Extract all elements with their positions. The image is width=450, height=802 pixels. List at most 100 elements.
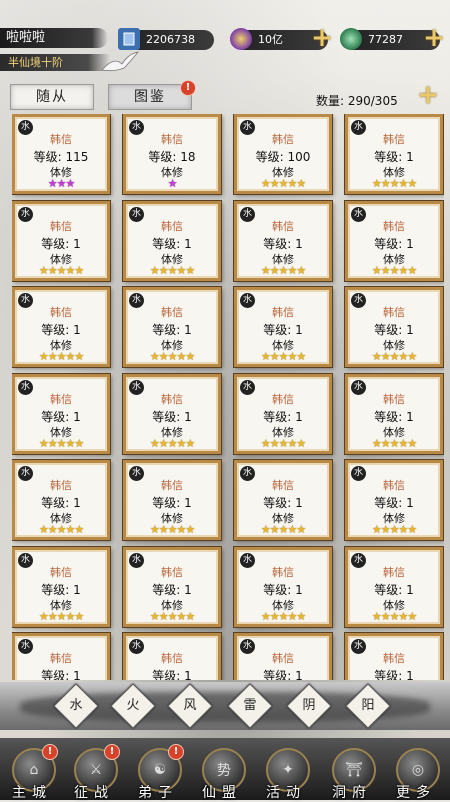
star-icon: ★ xyxy=(74,609,84,623)
star-icon: ★ xyxy=(176,436,186,450)
star-icon: ★ xyxy=(47,350,58,363)
star-rating: ★★★★★ xyxy=(126,350,218,363)
star-icon: ★ xyxy=(38,609,49,623)
follower-card[interactable]: 水韩信等级: 1体修★★★★★ xyxy=(123,200,221,281)
star-icon: ★ xyxy=(176,609,186,623)
player-name[interactable]: 啦啦啦 xyxy=(0,28,108,48)
follower-name: 韩信 xyxy=(383,565,405,579)
add-jade-button[interactable]: + xyxy=(422,25,446,51)
star-icon: ★ xyxy=(296,436,306,450)
follower-name: 韩信 xyxy=(50,219,72,233)
follower-level: 等级: 1 xyxy=(263,409,303,424)
follower-name: 韩信 xyxy=(161,565,183,579)
jade-coin-icon xyxy=(340,28,362,50)
add-spirit-button[interactable]: + xyxy=(310,25,334,51)
resource-jade: 77287 + xyxy=(340,25,445,51)
follower-card[interactable]: 水韩信等级: 1体修★★★★★ xyxy=(234,200,332,281)
star-rating: ★★★★★ xyxy=(348,177,440,190)
tab-codex-badge: ! xyxy=(180,80,196,96)
follower-card[interactable]: 水韩信等级: 1体修★★★★★ xyxy=(12,546,110,627)
star-icon: ★ xyxy=(38,263,49,277)
star-icon: ★ xyxy=(47,523,58,536)
follower-name: 韩信 xyxy=(50,133,72,146)
star-icon: ★ xyxy=(185,523,195,536)
filter-fire[interactable]: 火 xyxy=(110,683,156,729)
follower-level: 等级: 1 xyxy=(41,236,81,251)
follower-card[interactable]: 水韩信等级: 1体修★★★★★ xyxy=(345,460,443,540)
star-icon: ★ xyxy=(287,350,297,363)
star-rating: ★★★★★ xyxy=(348,610,440,623)
follower-card[interactable]: 水韩信等级: 1体修★★★★★ xyxy=(123,287,221,367)
follower-card[interactable]: 水韩信等级: 1体修★★★★★ xyxy=(234,460,332,540)
follower-name: 韩信 xyxy=(272,479,294,492)
star-icon: ★ xyxy=(149,436,160,450)
follower-card[interactable]: 水韩信等级: 1体修★★★★★ xyxy=(123,460,221,540)
follower-card[interactable]: 水韩信等级: 1体修★★★★★ xyxy=(123,546,221,627)
star-icon: ★ xyxy=(296,350,306,363)
expand-capacity-button[interactable]: + xyxy=(416,82,440,108)
nav-more[interactable]: ◎ 更多 xyxy=(388,746,444,801)
star-icon: ★ xyxy=(65,436,75,450)
star-icon: ★ xyxy=(380,350,391,363)
star-icon: ★ xyxy=(176,350,186,363)
nav-battle[interactable]: ⚔ 征战 ! xyxy=(66,744,122,801)
star-icon: ★ xyxy=(398,436,408,450)
follower-level: 等级: 1 xyxy=(152,236,192,251)
follower-card[interactable]: 水韩信 等级: 18 体修 ★ xyxy=(123,114,221,194)
star-icon: ★ xyxy=(158,263,169,277)
follower-name: 韩信 xyxy=(161,219,183,233)
follower-card[interactable]: 水韩信等级: 1体修★★★★★ xyxy=(234,287,332,367)
filter-water[interactable]: 水 xyxy=(53,683,99,729)
follower-card[interactable]: 水韩信等级: 1体修★★★★★ xyxy=(345,200,443,281)
star-icon: ★ xyxy=(287,523,297,536)
follower-card[interactable]: 水韩信等级: 1体修★★★★★ xyxy=(12,373,110,454)
follower-level: 等级: 1 xyxy=(263,669,303,680)
resource-jade-value: 77287 xyxy=(368,33,403,46)
star-rating: ★★★★★ xyxy=(237,264,329,277)
star-rating: ★★★★★ xyxy=(15,610,107,623)
follower-card[interactable]: 水韩信等级: 1体修★★★★★ xyxy=(345,373,443,454)
filter-yang[interactable]: 阳 xyxy=(345,683,391,729)
follower-card[interactable]: 水韩信等级: 1体修★★★★★ xyxy=(345,633,443,680)
follower-card[interactable]: 水韩信等级: 1体修★★★★★ xyxy=(345,287,443,367)
follower-level: 等级: 115 xyxy=(33,150,89,164)
follower-card[interactable]: 水韩信等级: 1体修★★★★★ xyxy=(12,200,110,281)
follower-card[interactable]: 水韩信等级: 1体修★★★★★ xyxy=(12,460,110,540)
follower-card[interactable]: 水韩信等级: 1体修★★★★★ xyxy=(234,633,332,680)
follower-card[interactable]: 水韩信等级: 1体修★★★★★ xyxy=(12,287,110,367)
follower-card[interactable]: 水韩信等级: 1体修★★★★★ xyxy=(123,373,221,454)
follower-level: 等级: 1 xyxy=(152,323,192,337)
star-icon: ★ xyxy=(185,263,195,277)
star-icon: ★ xyxy=(398,263,408,277)
star-icon: ★ xyxy=(269,177,280,190)
tab-followers[interactable]: 随从 xyxy=(10,84,94,110)
follower-card[interactable]: 水韩信等级: 1体修★★★★★ xyxy=(234,373,332,454)
star-icon: ★ xyxy=(167,177,178,190)
nav-disciples[interactable]: ☯ 弟子 ! xyxy=(130,744,186,801)
star-icon: ★ xyxy=(65,523,75,536)
star-rating: ★★★★★ xyxy=(126,523,218,536)
nav-cave[interactable]: ⛩ 洞府 xyxy=(324,746,380,801)
nav-city[interactable]: ⌂ 主城 ! xyxy=(4,744,60,801)
follower-card[interactable]: 水韩信 等级: 100 体修 ★★★★★ xyxy=(234,114,332,194)
star-icon: ★ xyxy=(260,609,271,623)
star-rating: ★★★★★ xyxy=(237,350,329,363)
follower-card[interactable]: 水韩信等级: 1体修★★★★★ xyxy=(234,546,332,627)
filter-fire-label: 火 xyxy=(126,698,140,713)
follower-card[interactable]: 水韩信 等级: 115 体修 ★★★ xyxy=(12,114,110,194)
star-icon: ★ xyxy=(287,177,297,190)
follower-name: 韩信 xyxy=(50,565,72,579)
nav-cave-label: 洞府 xyxy=(332,785,372,801)
star-icon: ★ xyxy=(260,177,271,190)
follower-card[interactable]: 水韩信等级: 1体修★★★★★ xyxy=(12,633,110,680)
follower-level: 等级: 1 xyxy=(374,150,414,164)
star-icon: ★ xyxy=(158,523,169,536)
nav-alliance[interactable]: 势 仙盟 xyxy=(194,746,250,801)
follower-card[interactable]: 水韩信等级: 1体修★★★★★ xyxy=(345,546,443,627)
follower-card[interactable]: 水韩信等级: 1体修★★★★★ xyxy=(345,114,443,194)
follower-card[interactable]: 水韩信等级: 1体修★★★★★ xyxy=(123,633,221,680)
follower-level: 等级: 1 xyxy=(152,496,192,510)
filter-yin-label: 阴 xyxy=(302,698,316,713)
nav-events[interactable]: ✦ 活动 xyxy=(258,746,314,801)
follower-name: 韩信 xyxy=(161,652,183,665)
